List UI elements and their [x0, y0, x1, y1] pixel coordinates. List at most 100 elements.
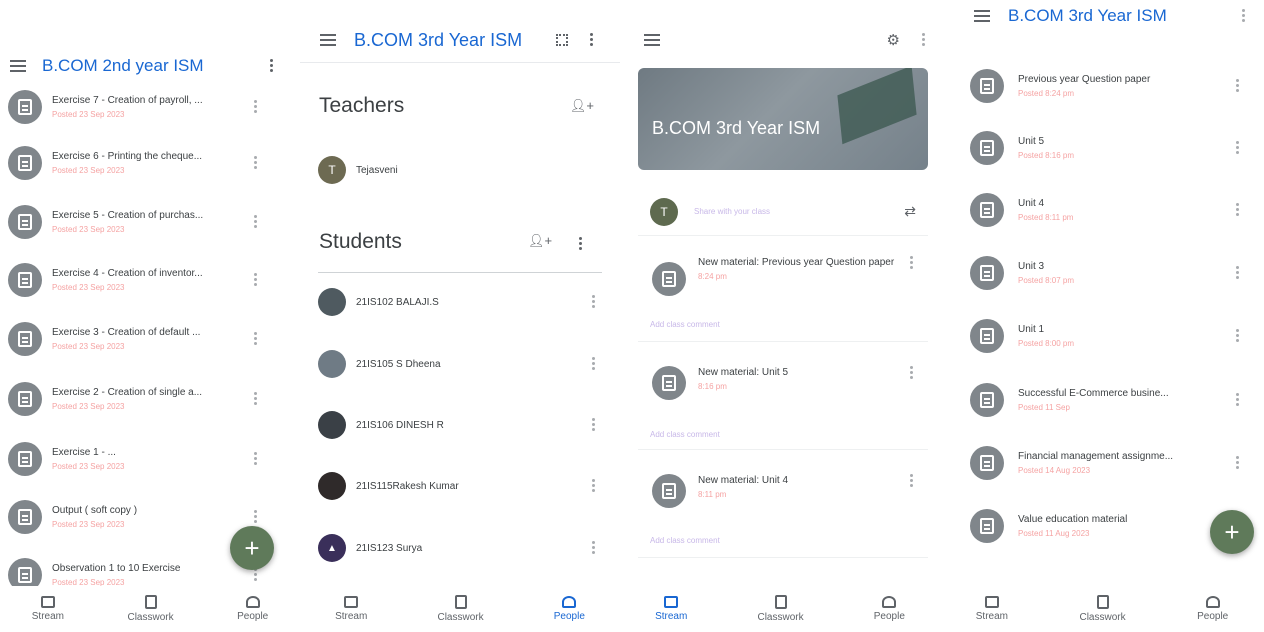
more-options-icon[interactable] [254, 510, 258, 524]
teacher-row[interactable]: T Tejasveni [318, 156, 596, 184]
add-fab-button[interactable]: + [230, 526, 274, 570]
more-options-icon[interactable] [592, 541, 596, 555]
item-title: Exercise 7 - Creation of payroll, ... [52, 95, 203, 106]
more-options-icon[interactable] [910, 474, 914, 488]
nav-stream[interactable]: Stream [655, 596, 687, 622]
nav-classwork[interactable]: Classwork [1079, 595, 1126, 623]
nav-stream[interactable]: Stream [976, 596, 1008, 622]
nav-stream[interactable]: Stream [32, 596, 64, 622]
add-comment-link[interactable]: Add class comment [650, 430, 720, 439]
post-card[interactable]: New material: Unit 4 8:11 pm Add class co… [638, 460, 928, 558]
share-placeholder[interactable]: Share with your class [694, 207, 904, 216]
post-card[interactable]: New material: Unit 5 8:16 pm Add class co… [638, 352, 928, 450]
more-options-icon[interactable] [1236, 203, 1240, 217]
more-options-icon[interactable] [910, 366, 914, 380]
more-options-icon[interactable] [1236, 79, 1240, 93]
more-options-icon[interactable] [592, 357, 596, 371]
student-row[interactable]: 21IS105 S Dheena [318, 350, 596, 378]
menu-icon[interactable] [644, 34, 660, 46]
more-options-icon[interactable] [254, 392, 258, 406]
nav-people[interactable]: People [237, 596, 268, 622]
more-options-icon[interactable] [1236, 329, 1240, 343]
list-item[interactable]: Unit 3 Posted 8:07 pm [940, 255, 1264, 291]
more-options-icon[interactable] [254, 215, 258, 229]
item-title: Exercise 5 - Creation of purchas... [52, 210, 204, 221]
list-item[interactable]: Exercise 2 - Creation of single a... Post… [0, 380, 300, 418]
list-item[interactable]: Unit 4 Posted 8:11 pm [940, 192, 1264, 228]
add-fab-button[interactable]: + [1210, 510, 1254, 554]
list-item[interactable]: Successful E-Commerce busine... Posted 11… [940, 382, 1264, 418]
more-options-icon[interactable] [254, 273, 258, 287]
student-row[interactable]: 21IS106 DINESH R [318, 411, 596, 439]
more-options-icon[interactable] [254, 332, 258, 346]
share-box[interactable]: T Share with your class ⇄ [638, 188, 928, 236]
class-title: B.COM 2nd year ISM [42, 56, 204, 75]
nav-classwork[interactable]: Classwork [437, 595, 484, 623]
more-options-icon[interactable] [1236, 456, 1240, 470]
more-options-icon[interactable] [590, 33, 594, 47]
post-title: New material: Unit 5 [698, 367, 789, 378]
post-time: 8:24 pm [698, 272, 727, 281]
more-options-icon[interactable] [1242, 9, 1246, 23]
list-item[interactable]: Exercise 1 - ... Posted 23 Sep 2023 [0, 440, 300, 478]
bottom-navigation: Stream Classwork People [300, 586, 620, 632]
add-student-icon[interactable]: 👤︎+ [528, 233, 552, 249]
material-icon [8, 146, 42, 180]
more-options-icon[interactable] [1236, 266, 1240, 280]
list-item[interactable]: Financial management assignme... Posted 1… [940, 445, 1264, 481]
material-icon [8, 90, 42, 124]
menu-icon[interactable] [974, 10, 990, 22]
nav-people[interactable]: People [554, 596, 585, 622]
nav-people[interactable]: People [874, 596, 905, 622]
more-options-icon[interactable] [922, 33, 926, 47]
list-item[interactable]: Previous year Question paper Posted 8:24 … [940, 68, 1264, 104]
more-options-icon[interactable] [592, 479, 596, 493]
add-comment-link[interactable]: Add class comment [650, 320, 720, 329]
list-item[interactable]: Exercise 7 - Creation of payroll, ... Pos… [0, 88, 300, 126]
item-title: Unit 1 [1018, 324, 1045, 335]
more-options-icon[interactable] [592, 295, 596, 309]
more-options-icon[interactable] [1236, 141, 1240, 155]
more-options-icon[interactable] [254, 452, 258, 466]
grid-view-icon[interactable] [556, 34, 568, 46]
settings-gear-icon[interactable]: ⚙ [887, 31, 900, 49]
menu-icon[interactable] [10, 60, 26, 72]
repost-icon[interactable]: ⇄ [904, 203, 916, 220]
post-card[interactable]: New material: Previous year Question pap… [638, 244, 928, 342]
list-item[interactable]: Exercise 3 - Creation of default ... Post… [0, 320, 300, 358]
list-item[interactable]: Exercise 5 - Creation of purchas... Poste… [0, 203, 300, 241]
more-options-icon[interactable] [592, 418, 596, 432]
stream-icon [664, 596, 679, 608]
nav-people[interactable]: People [1197, 596, 1228, 622]
more-options-icon[interactable] [270, 59, 274, 73]
material-icon [970, 69, 1004, 103]
student-row[interactable]: ▲ 21IS123 Surya [318, 534, 596, 562]
teacher-name: Tejasveni [356, 164, 398, 176]
more-options-icon[interactable] [254, 156, 258, 170]
more-options-icon[interactable] [910, 256, 914, 270]
list-item[interactable]: Exercise 6 - Printing the cheque... Poste… [0, 144, 300, 182]
material-icon [970, 256, 1004, 290]
divider [318, 272, 602, 273]
list-item[interactable]: Unit 1 Posted 8:00 pm [940, 318, 1264, 354]
nav-classwork[interactable]: Classwork [757, 595, 804, 623]
list-item[interactable]: Exercise 4 - Creation of inventor... Post… [0, 261, 300, 299]
nav-stream[interactable]: Stream [335, 596, 367, 622]
material-icon [8, 442, 42, 476]
list-item[interactable]: Unit 5 Posted 8:16 pm [940, 130, 1264, 166]
more-options-icon[interactable] [1236, 393, 1240, 407]
add-teacher-icon[interactable]: 👤︎+ [570, 98, 594, 114]
nav-classwork[interactable]: Classwork [127, 595, 174, 623]
student-row[interactable]: 21IS115Rakesh Kumar [318, 472, 596, 500]
more-options-icon[interactable] [254, 568, 258, 582]
material-icon [970, 319, 1004, 353]
student-row[interactable]: 21IS102 BALAJI.S [318, 288, 596, 316]
more-options-icon[interactable] [254, 100, 258, 114]
menu-icon[interactable] [320, 34, 336, 46]
material-icon [970, 509, 1004, 543]
more-options-icon[interactable] [579, 237, 583, 251]
nav-stream-label: Stream [31, 611, 64, 622]
material-icon [970, 131, 1004, 165]
avatar [318, 411, 346, 439]
add-comment-link[interactable]: Add class comment [650, 536, 720, 545]
